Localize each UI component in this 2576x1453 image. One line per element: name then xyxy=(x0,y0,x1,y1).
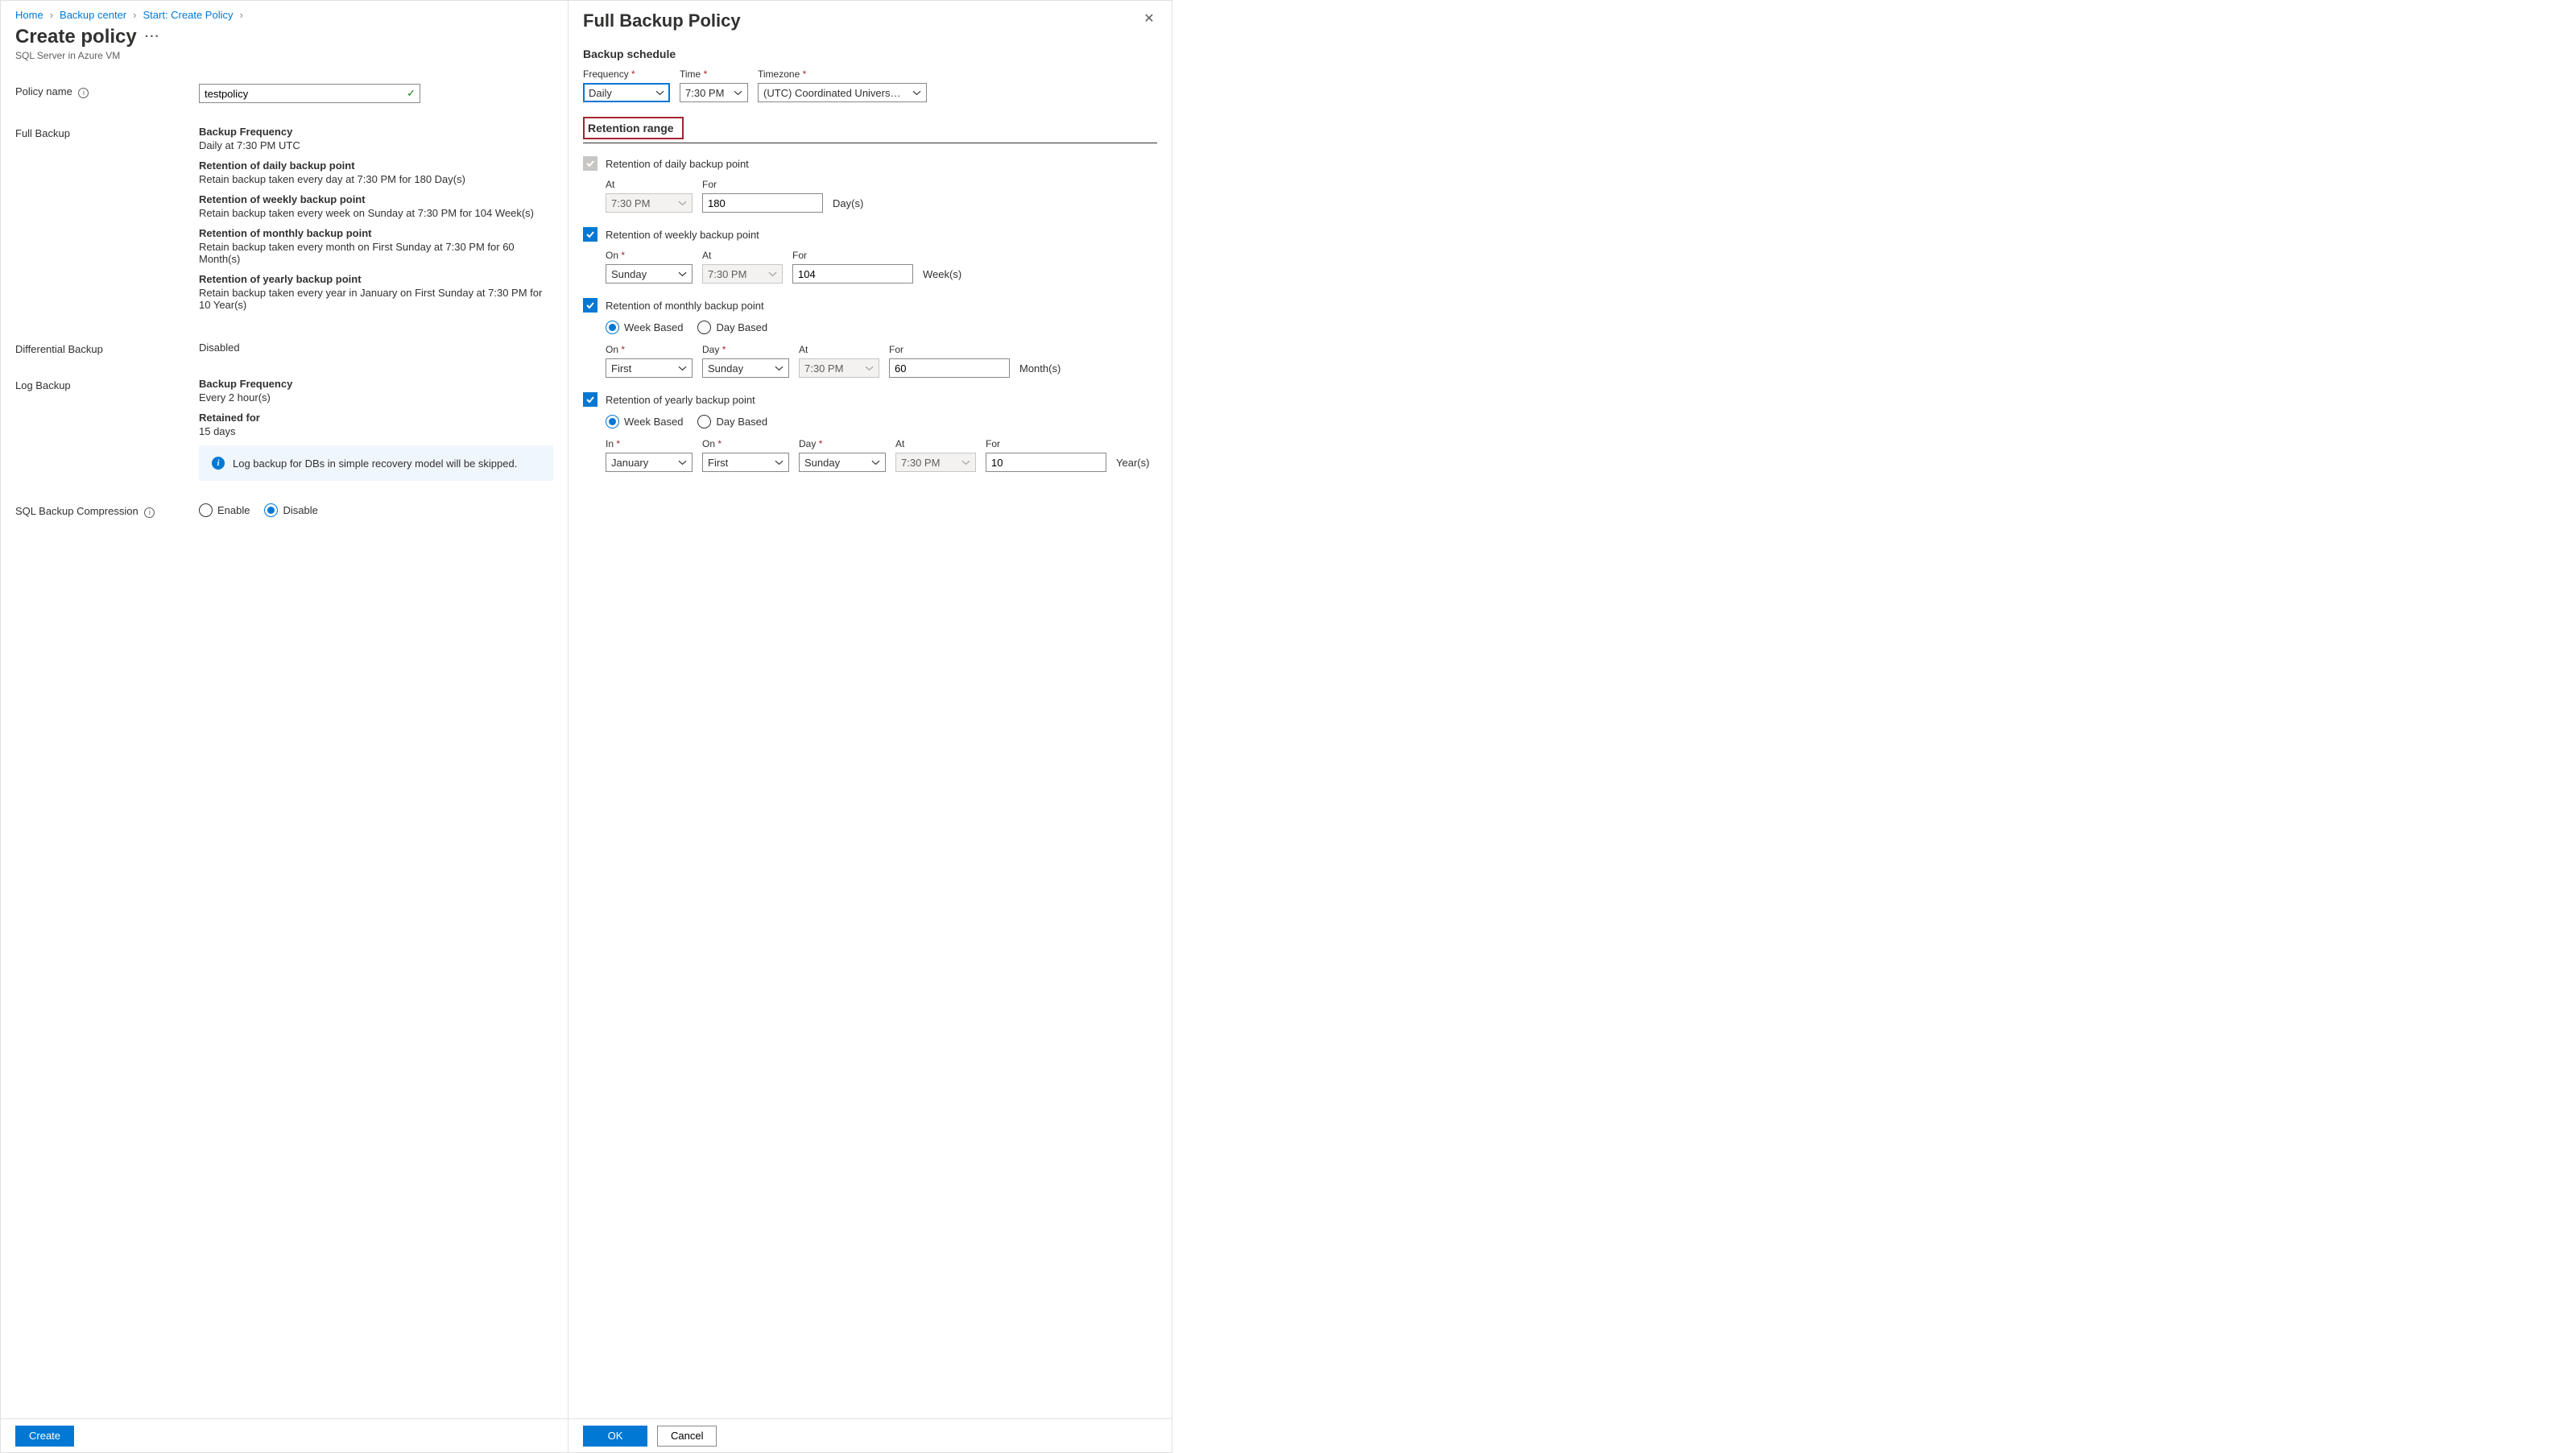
full-backup-label: Full Backup xyxy=(15,126,199,319)
chevron-down-icon xyxy=(678,199,687,208)
retention-range-heading: Retention range xyxy=(583,117,684,139)
chevron-down-icon xyxy=(678,364,687,373)
close-icon[interactable]: ✕ xyxy=(1141,10,1157,27)
frequency-dropdown[interactable]: Daily xyxy=(583,83,670,102)
yearly-day-dropdown[interactable]: Sunday xyxy=(799,453,886,472)
daily-at-dropdown: 7:30 PM xyxy=(606,193,693,213)
daily-retention-checkbox xyxy=(583,156,597,171)
yearly-in-dropdown[interactable]: January xyxy=(606,453,693,472)
daily-unit-label: Day(s) xyxy=(833,197,863,213)
yearly-retention-checkbox[interactable] xyxy=(583,392,597,407)
backup-schedule-heading: Backup schedule xyxy=(583,48,1157,60)
policy-name-label: Policy name i xyxy=(15,84,199,103)
chevron-down-icon xyxy=(865,364,874,373)
monthly-unit-label: Month(s) xyxy=(1019,362,1061,378)
chevron-down-icon xyxy=(678,458,687,467)
weekly-on-dropdown[interactable]: Sunday xyxy=(606,264,693,284)
breadcrumb-start-create-policy[interactable]: Start: Create Policy xyxy=(143,9,233,21)
timezone-dropdown[interactable]: (UTC) Coordinated Universal Time xyxy=(758,83,927,102)
weekly-unit-label: Week(s) xyxy=(923,268,961,284)
ok-button[interactable]: OK xyxy=(583,1426,647,1447)
chevron-down-icon xyxy=(871,458,880,467)
info-icon: i xyxy=(212,457,225,470)
full-backup-summary: Backup FrequencyDaily at 7:30 PM UTC Ret… xyxy=(199,126,553,319)
yearly-retention-label: Retention of yearly backup point xyxy=(606,394,755,406)
page-subtitle: SQL Server in Azure VM xyxy=(15,50,553,61)
monthly-week-based-radio[interactable]: Week Based xyxy=(606,321,683,334)
daily-retention-label: Retention of daily backup point xyxy=(606,158,749,170)
chevron-down-icon xyxy=(775,458,784,467)
yearly-at-dropdown: 7:30 PM xyxy=(895,453,976,472)
compression-label: SQL Backup Compression i xyxy=(15,503,199,518)
chevron-down-icon xyxy=(912,89,921,97)
yearly-for-input[interactable] xyxy=(986,453,1106,472)
compression-enable-radio[interactable]: Enable xyxy=(199,503,250,517)
yearly-on-dropdown[interactable]: First xyxy=(702,453,789,472)
create-button[interactable]: Create xyxy=(15,1426,74,1447)
breadcrumb-backup-center[interactable]: Backup center xyxy=(60,9,126,21)
chevron-down-icon xyxy=(775,364,784,373)
yearly-unit-label: Year(s) xyxy=(1116,457,1149,472)
chevron-down-icon xyxy=(768,270,777,279)
cancel-button[interactable]: Cancel xyxy=(657,1426,717,1447)
daily-for-input[interactable] xyxy=(702,193,823,213)
chevron-down-icon xyxy=(655,89,664,97)
breadcrumb: Home› Backup center› Start: Create Polic… xyxy=(15,9,553,21)
info-icon[interactable]: i xyxy=(144,507,155,518)
weekly-retention-label: Retention of weekly backup point xyxy=(606,229,759,241)
monthly-retention-label: Retention of monthly backup point xyxy=(606,300,764,312)
weekly-for-input[interactable] xyxy=(792,264,913,284)
compression-disable-radio[interactable]: Disable xyxy=(264,503,317,517)
time-dropdown[interactable]: 7:30 PM xyxy=(680,83,748,102)
info-icon[interactable]: i xyxy=(78,88,89,98)
log-backup-notice: i Log backup for DBs in simple recovery … xyxy=(199,445,553,481)
weekly-at-dropdown: 7:30 PM xyxy=(702,264,783,284)
yearly-week-based-radio[interactable]: Week Based xyxy=(606,415,683,428)
chevron-down-icon xyxy=(678,270,687,279)
monthly-on-dropdown[interactable]: First xyxy=(606,358,693,378)
differential-backup-value: Disabled xyxy=(199,342,553,355)
yearly-day-based-radio[interactable]: Day Based xyxy=(697,415,767,428)
panel-title: Full Backup Policy xyxy=(583,10,741,31)
page-title: Create policy ··· xyxy=(15,26,553,48)
policy-name-input[interactable] xyxy=(199,84,420,103)
weekly-retention-checkbox[interactable] xyxy=(583,227,597,242)
monthly-day-based-radio[interactable]: Day Based xyxy=(697,321,767,334)
validation-check-icon: ✓ xyxy=(407,87,416,100)
monthly-day-dropdown[interactable]: Sunday xyxy=(702,358,789,378)
monthly-retention-checkbox[interactable] xyxy=(583,298,597,313)
monthly-for-input[interactable] xyxy=(889,358,1010,378)
log-backup-label: Log Backup xyxy=(15,378,199,481)
more-actions-button[interactable]: ··· xyxy=(145,30,160,44)
chevron-down-icon xyxy=(961,458,970,467)
chevron-down-icon xyxy=(734,89,742,97)
breadcrumb-home[interactable]: Home xyxy=(15,9,43,21)
monthly-at-dropdown: 7:30 PM xyxy=(799,358,879,378)
differential-backup-label: Differential Backup xyxy=(15,342,199,355)
log-backup-summary: Backup FrequencyEvery 2 hour(s) Retained… xyxy=(199,378,553,481)
